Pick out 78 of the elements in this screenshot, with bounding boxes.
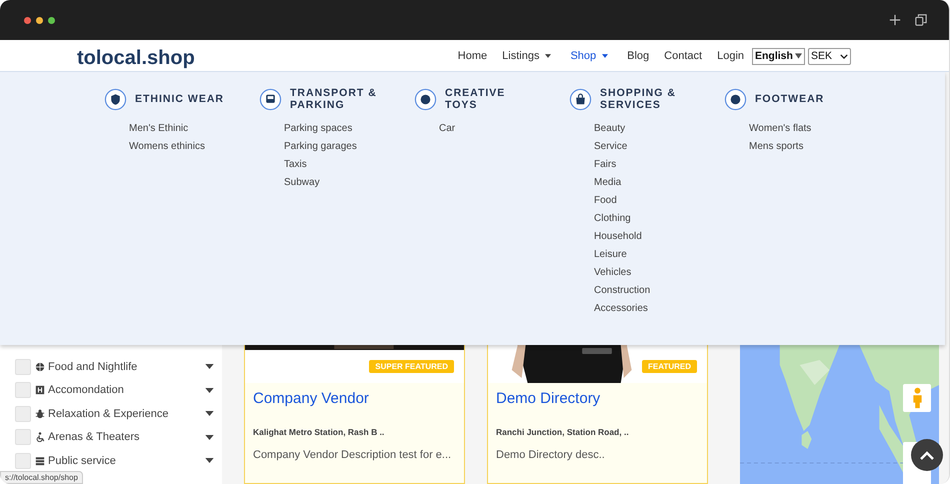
listing-title[interactable]: Company Vendor (253, 389, 456, 409)
listing-description: Company Vendor Description test for e... (253, 449, 452, 461)
listing-address: Kalighat Metro Station, Rash B .. (253, 427, 386, 437)
checkbox[interactable] (15, 358, 31, 375)
site-logo[interactable]: tolocal.shop (77, 46, 195, 70)
menu-item[interactable]: Construction (569, 282, 724, 300)
menu-heading: ETHINIC WEAR (135, 93, 225, 105)
menu-item[interactable]: Parking garages (259, 138, 414, 156)
listing-description: Demo Directory desc.. (496, 449, 606, 461)
caret-icon[interactable] (205, 364, 214, 370)
menu-item[interactable]: Parking spaces (259, 120, 414, 138)
listing-title[interactable]: Demo Directory (496, 389, 699, 409)
nav-link[interactable]: Home (458, 50, 488, 62)
menu-item[interactable]: Car (414, 120, 569, 138)
listing-card[interactable]: FEATURED Demo Directory Ranchi Junction, Station Road, .. Demo Directory desc.. (487, 345, 708, 484)
category-label[interactable]: Public service (48, 454, 205, 467)
menu-item[interactable]: Household (569, 228, 724, 246)
category-label[interactable]: Accomondation (48, 384, 205, 396)
hotel-icon (35, 385, 45, 396)
menu-item[interactable]: Vehicles (569, 264, 724, 282)
dot-icon (724, 88, 747, 110)
bag-icon (569, 88, 592, 110)
caret-icon[interactable] (205, 411, 214, 416)
nav-link[interactable]: Login (717, 50, 744, 62)
featured-badge: FEATURED (642, 360, 697, 373)
menu-item[interactable]: Clothing (569, 210, 724, 228)
menu-item[interactable]: Men's Ethinic (104, 120, 259, 138)
caret-up-icon (920, 450, 934, 460)
menu-item[interactable]: Leisure (569, 246, 724, 264)
menu-heading: FOOTWEAR (755, 93, 826, 105)
shield-icon (104, 88, 127, 110)
status-url: s://tolocal.shop/shop (0, 471, 83, 484)
caret-icon[interactable] (205, 458, 214, 464)
menu-item[interactable]: Accessories (569, 300, 724, 318)
currency-select[interactable]: SEK (808, 48, 851, 64)
nav-link[interactable]: Contact (664, 50, 702, 62)
checkbox[interactable] (15, 382, 31, 398)
menu-heading: SHOPPING & SERVICES (600, 87, 677, 111)
checkbox[interactable] (15, 406, 31, 422)
menu-item[interactable]: Women's flats (724, 120, 879, 138)
menu-item[interactable]: Beauty (569, 120, 724, 138)
bug-icon (35, 408, 45, 419)
menu-item[interactable]: Fairs (569, 156, 724, 174)
ball-icon (35, 362, 45, 372)
checkbox[interactable] (15, 452, 31, 469)
nav-link[interactable]: Listings (502, 50, 556, 62)
caret-icon[interactable] (205, 434, 214, 440)
menu-item[interactable]: Food (569, 192, 724, 210)
featured-badge: SUPER FEATURED (369, 360, 454, 373)
chevron-down-icon (840, 54, 848, 58)
wheelchair-icon (35, 432, 45, 442)
category-label[interactable]: Relaxation & Experience (48, 408, 205, 420)
dot-icon (414, 88, 437, 110)
menu-item[interactable]: Subway (259, 174, 414, 192)
nav-link[interactable]: Shop (570, 50, 612, 62)
language-select[interactable]: English (752, 48, 805, 64)
menu-heading: CREATIVE TOYS (445, 87, 506, 111)
minimize-dot-icon[interactable] (36, 16, 43, 24)
listing-address: Ranchi Junction, Station Road, .. (496, 427, 630, 437)
menu-item[interactable]: Service (569, 138, 724, 156)
caret-icon[interactable] (205, 388, 214, 393)
menu-item[interactable]: Media (569, 174, 724, 192)
person-icon (912, 387, 922, 409)
menu-heading: TRANSPORT & PARKING (290, 87, 378, 111)
caret-icon (794, 53, 802, 59)
server-icon (35, 456, 45, 466)
menu-item[interactable]: Mens sports (724, 138, 879, 156)
category-label[interactable]: Arenas & Theaters (48, 431, 205, 444)
menu-item[interactable]: Womens ethinics (104, 138, 259, 156)
copy-icon[interactable] (915, 14, 927, 26)
menu-item[interactable]: Taxis (259, 156, 414, 174)
checkbox[interactable] (15, 429, 31, 446)
listing-card[interactable]: SUPER FEATURED Company Vendor Kalighat Metro Station, Rash B .. Company Vendor Description test for e... (244, 345, 465, 484)
close-dot-icon[interactable] (24, 16, 31, 24)
maximize-dot-icon[interactable] (48, 16, 55, 24)
nav-link[interactable]: Blog (627, 50, 650, 62)
plus-icon[interactable] (889, 14, 901, 26)
category-label[interactable]: Food and Nightlife (48, 360, 205, 373)
